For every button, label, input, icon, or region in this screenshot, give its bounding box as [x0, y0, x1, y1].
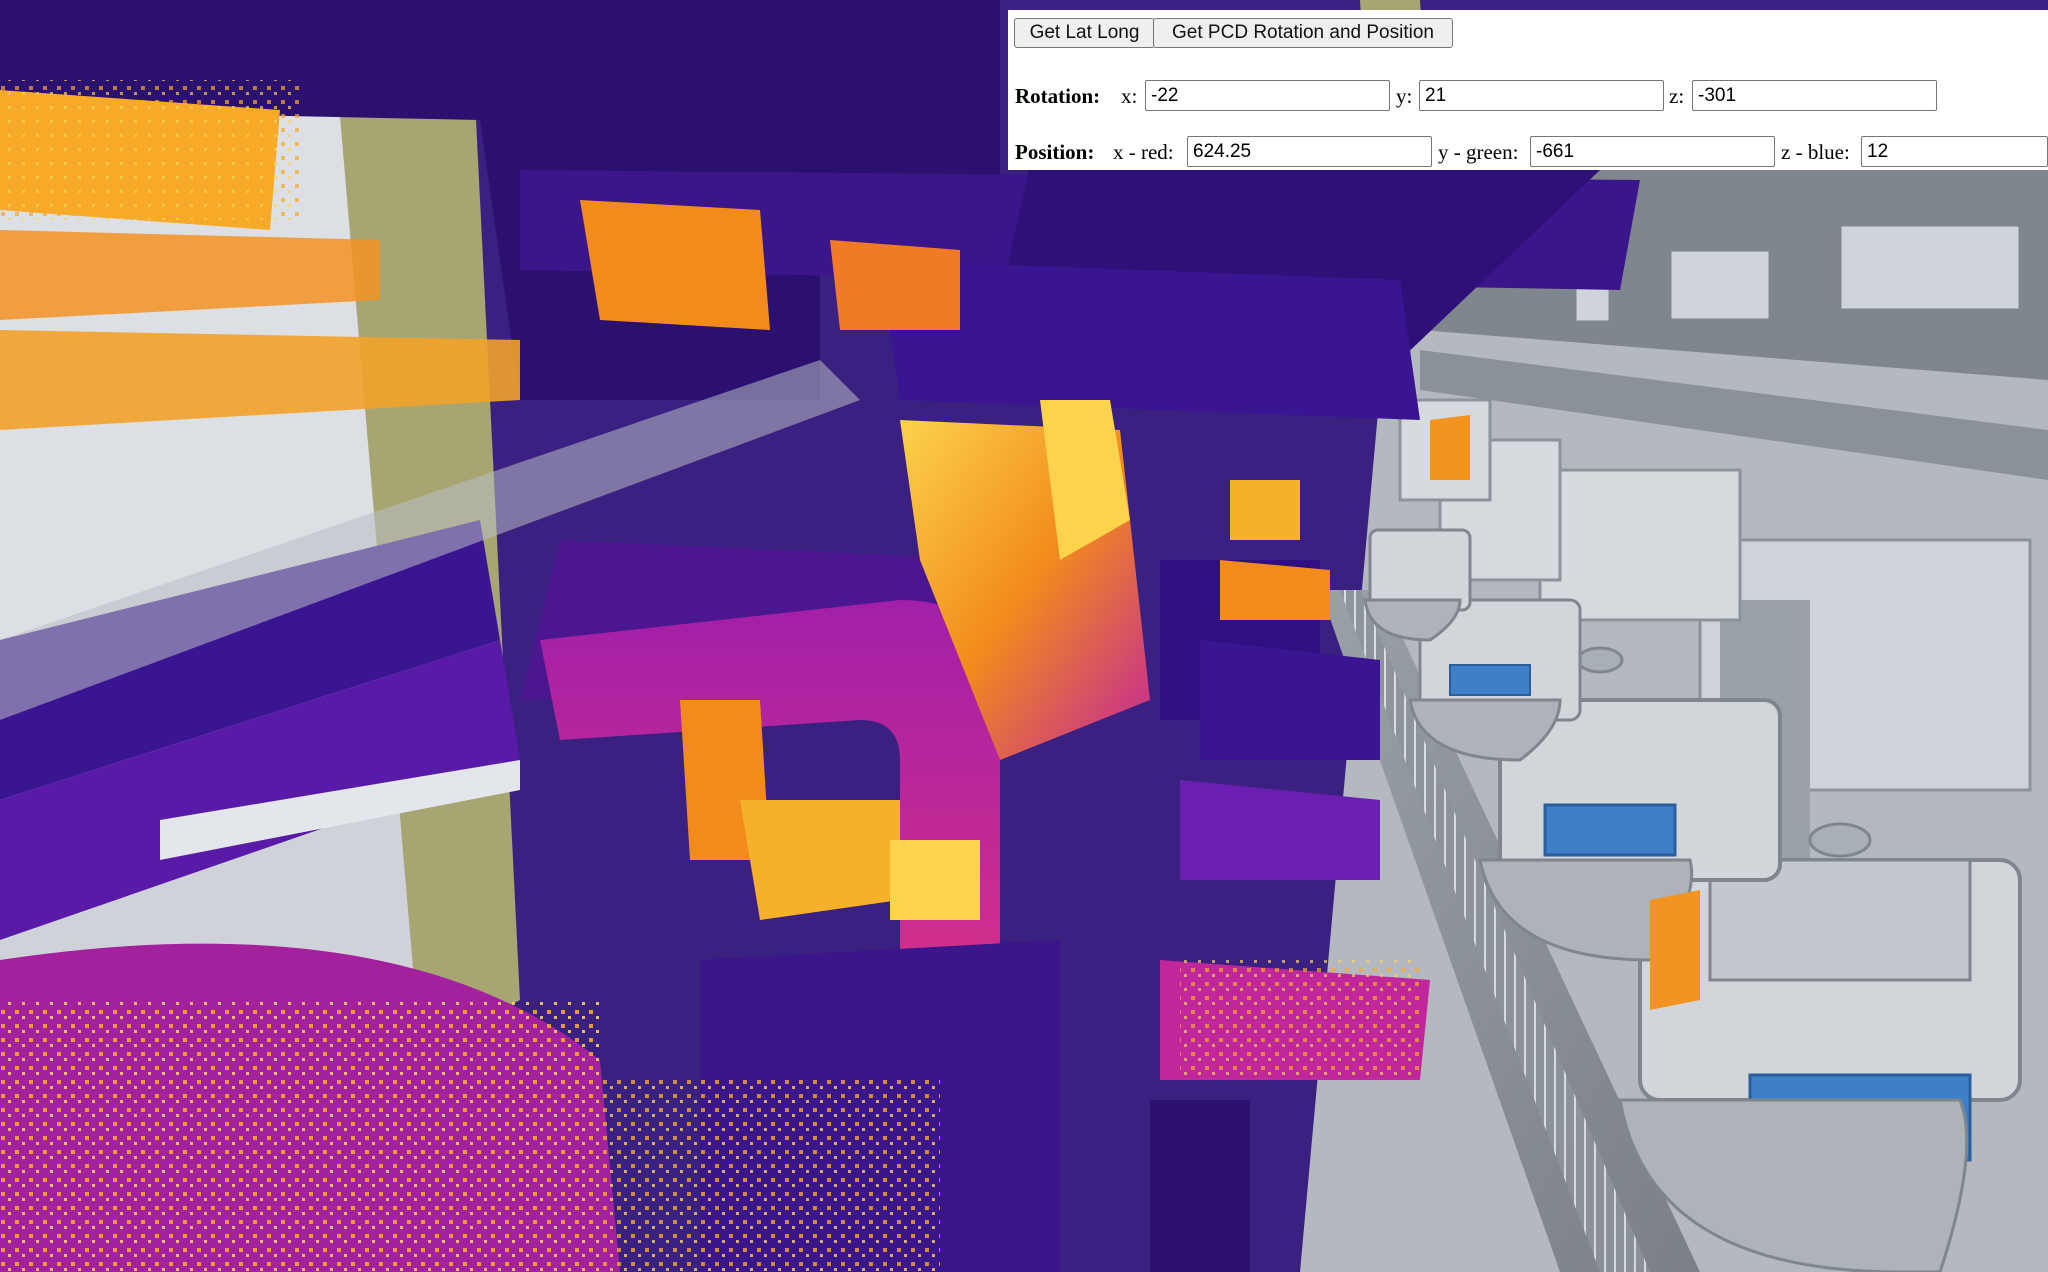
rotation-y-input[interactable]	[1419, 80, 1664, 111]
rotation-z-label: z:	[1669, 84, 1685, 108]
window-right-2	[1668, 248, 1772, 322]
rotation-heading: Rotation:	[1015, 84, 1101, 108]
position-x-input[interactable]	[1187, 136, 1432, 167]
position-x-label: x - red:	[1113, 140, 1174, 164]
position-z-label: z - blue:	[1781, 140, 1850, 164]
rotation-z-input[interactable]	[1692, 80, 1937, 111]
position-y-label: y - green:	[1438, 140, 1519, 164]
get-pcd-rotation-position-button[interactable]: Get PCD Rotation and Position	[1153, 18, 1453, 48]
rotation-x-label: x:	[1121, 84, 1138, 108]
position-z-input[interactable]	[1861, 136, 2048, 167]
get-lat-long-button[interactable]: Get Lat Long	[1014, 18, 1155, 48]
position-y-input[interactable]	[1530, 136, 1775, 167]
3d-viewport[interactable]: Get Lat Long Get PCD Rotation and Positi…	[0, 0, 2048, 1272]
point-cloud-scene[interactable]	[0, 0, 2048, 1272]
pcd-control-panel: Get Lat Long Get PCD Rotation and Positi…	[1008, 10, 2048, 170]
rotation-x-input[interactable]	[1145, 80, 1390, 111]
rotation-y-label: y:	[1396, 84, 1413, 108]
position-heading: Position:	[1015, 140, 1095, 164]
window-right-1	[1838, 223, 2022, 312]
